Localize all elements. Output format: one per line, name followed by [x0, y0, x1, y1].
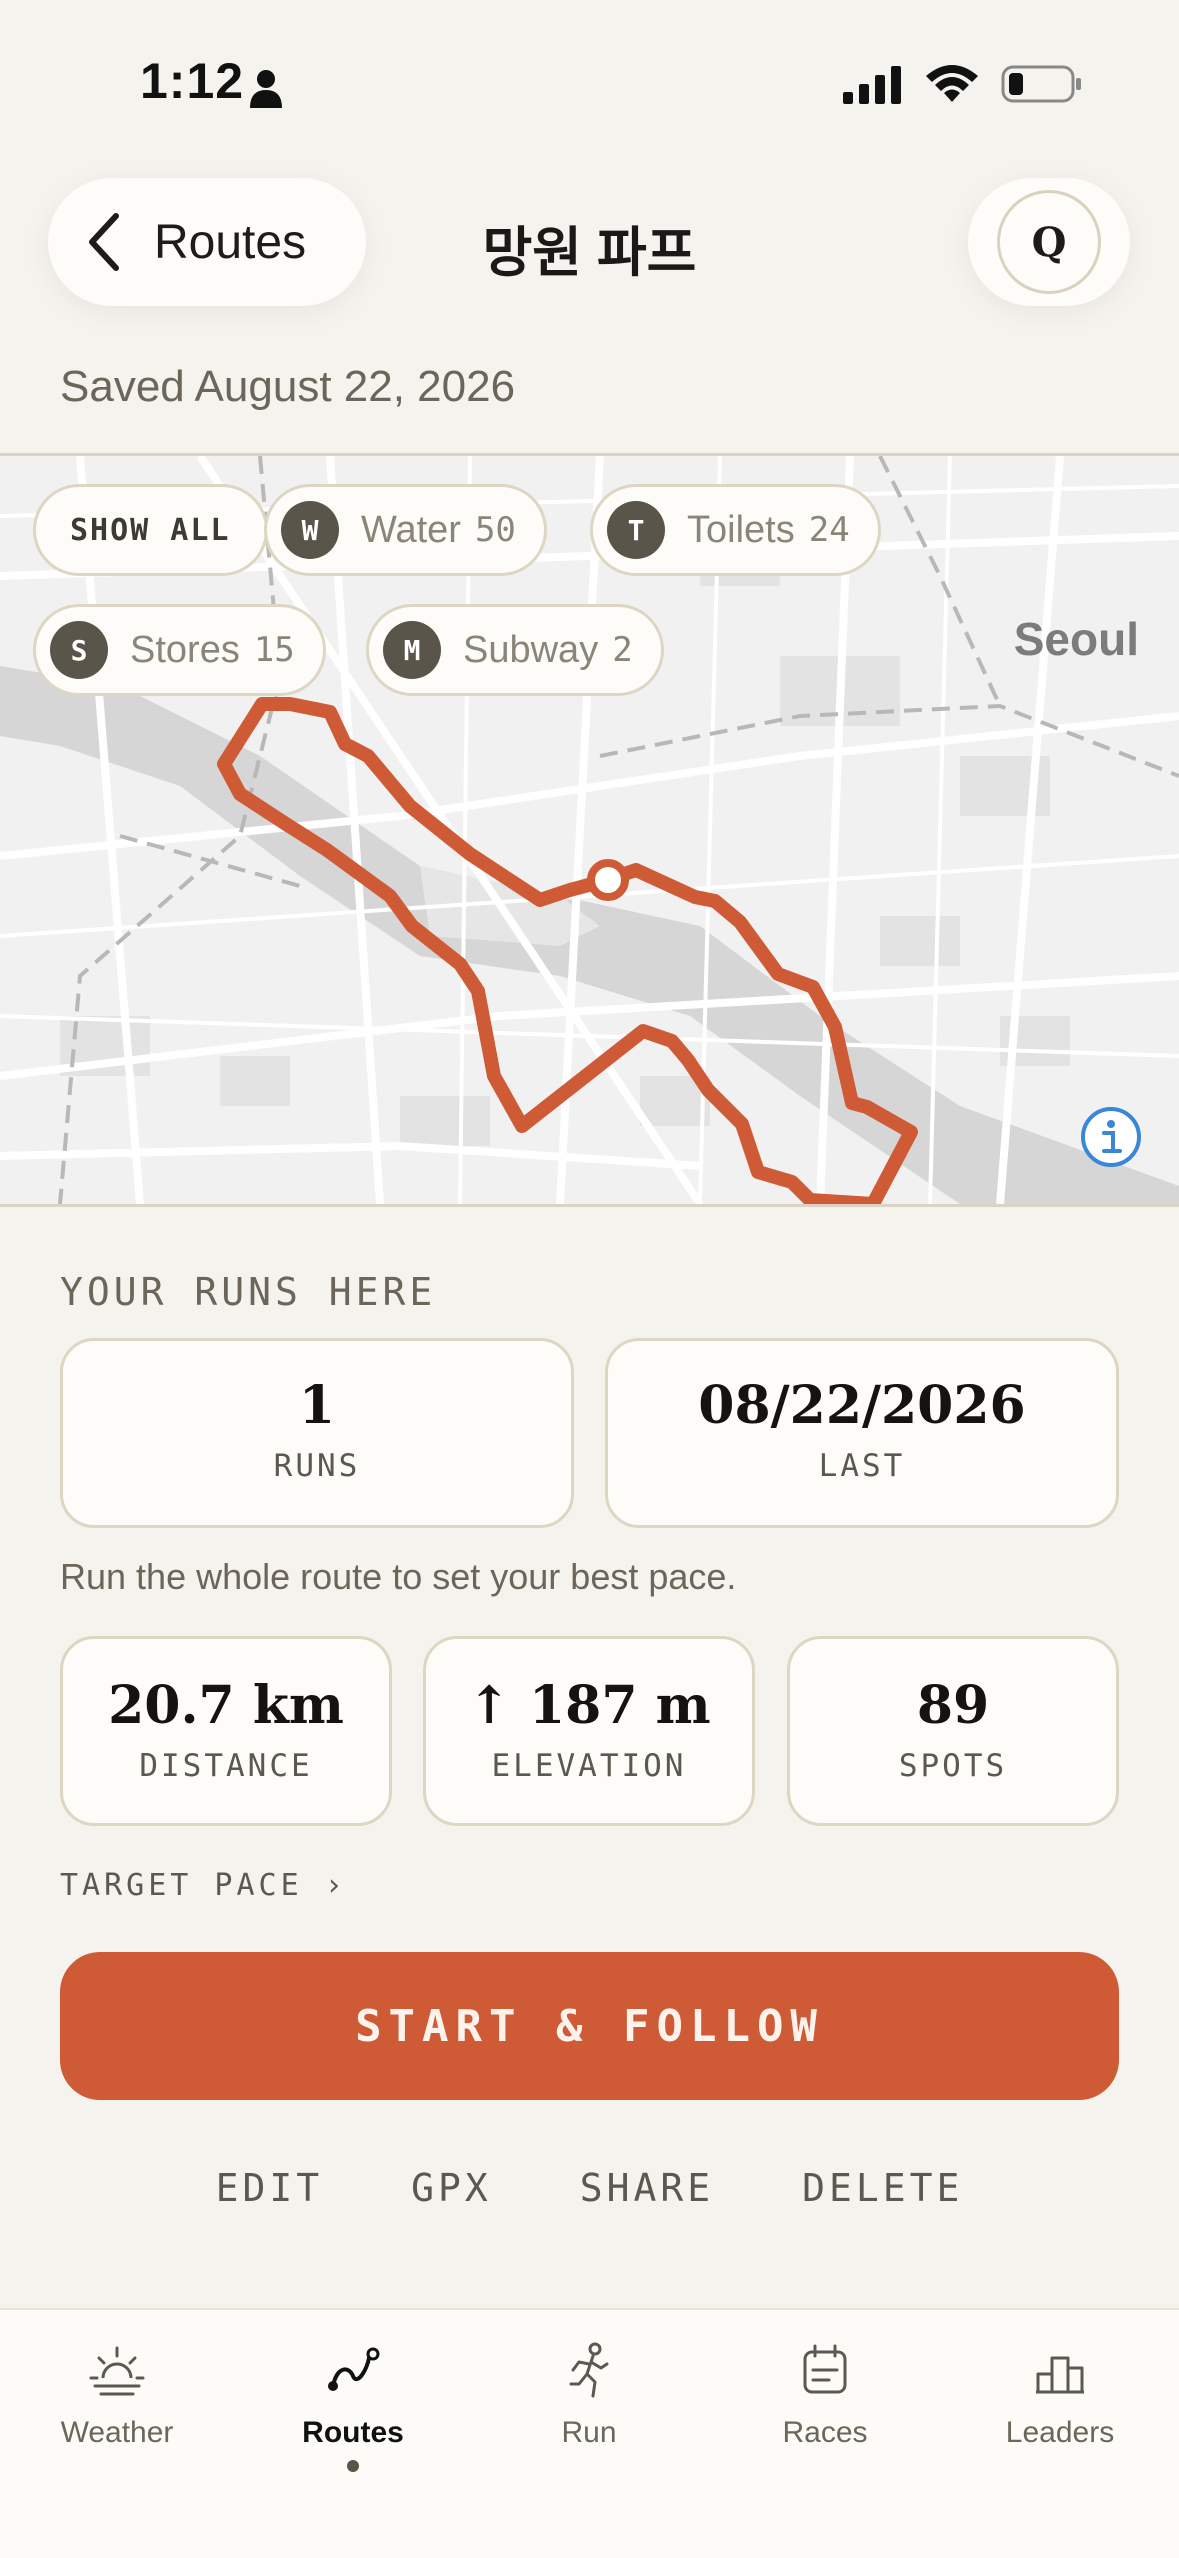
spots-value: 89: [916, 1675, 990, 1736]
chip-count: 2: [612, 630, 633, 670]
chip-stores[interactable]: S Stores 15: [33, 604, 326, 696]
elevation-value: ↑ 187 m: [467, 1675, 711, 1736]
distance-label: DISTANCE: [139, 1748, 313, 1784]
chip-subway[interactable]: M Subway 2: [366, 604, 664, 696]
runs-label: RUNS: [273, 1448, 361, 1484]
runs-count-card: 1 RUNS: [60, 1338, 574, 1528]
distance-card: 20.7 km DISTANCE: [60, 1636, 392, 1826]
runner-icon: [569, 2342, 609, 2398]
chip-name: Stores: [130, 628, 240, 671]
calendar-icon: [803, 2344, 847, 2394]
tab-run[interactable]: Run: [489, 2340, 689, 2450]
chip-count: 50: [474, 510, 516, 550]
profile-button[interactable]: Q: [968, 178, 1130, 306]
tab-label: Races: [782, 2416, 868, 2449]
chip-count: 24: [808, 510, 850, 550]
toilets-badge: T: [607, 501, 665, 559]
person-icon: [250, 70, 282, 108]
weather-icon: [89, 2346, 145, 2396]
signal-icon: [843, 66, 901, 104]
info-icon[interactable]: [1080, 1106, 1142, 1168]
start-follow-button[interactable]: START & FOLLOW: [60, 1952, 1119, 2100]
spots-card: 89 SPOTS: [787, 1636, 1119, 1826]
tab-races[interactable]: Races: [725, 2340, 925, 2450]
delete-button[interactable]: DELETE: [802, 2166, 963, 2210]
target-pace-link[interactable]: TARGET PACE ›: [60, 1868, 347, 1903]
map-city-label: Seoul: [1013, 613, 1139, 665]
distance-value: 20.7 km: [108, 1675, 344, 1736]
saved-date: Saved August 22, 2026: [60, 362, 516, 411]
wifi-icon: [926, 65, 978, 102]
spots-label: SPOTS: [898, 1748, 1008, 1784]
subway-badge: M: [383, 621, 441, 679]
tab-weather[interactable]: Weather: [17, 2340, 217, 2450]
status-indicators: [843, 62, 1083, 106]
tab-label: Leaders: [1005, 2416, 1115, 2449]
chip-name: Toilets: [687, 508, 795, 551]
elevation-label: ELEVATION: [491, 1748, 687, 1784]
tab-label: Weather: [60, 2416, 174, 2449]
chip-water[interactable]: W Water 50: [264, 484, 547, 576]
tab-routes[interactable]: Routes: [253, 2340, 453, 2472]
show-all-label: SHOW ALL: [70, 512, 231, 548]
tab-label: Routes: [302, 2416, 404, 2449]
battery-icon: [1001, 65, 1081, 103]
status-time: 1:12: [140, 53, 245, 109]
chip-count: 15: [253, 630, 295, 670]
stores-badge: S: [50, 621, 108, 679]
chevron-left-icon: [89, 213, 119, 271]
elevation-card: ↑ 187 m ELEVATION: [423, 1636, 755, 1826]
tab-label: Run: [561, 2416, 617, 2449]
avatar: Q: [997, 190, 1101, 294]
edit-button[interactable]: EDIT: [216, 2166, 324, 2210]
chip-toilets[interactable]: T Toilets 24: [590, 484, 881, 576]
back-label: Routes: [154, 215, 307, 269]
tab-leaders[interactable]: Leaders: [960, 2340, 1160, 2450]
share-button[interactable]: SHARE: [580, 2166, 714, 2210]
chip-name: Water: [361, 508, 461, 551]
chip-name: Subway: [463, 628, 599, 671]
gpx-button[interactable]: GPX: [411, 2166, 492, 2210]
last-run-card: 08/22/2026 LAST: [605, 1338, 1119, 1528]
show-all-chip[interactable]: SHOW ALL: [33, 484, 268, 576]
route-map[interactable]: SHOW ALL W Water 50 T Toilets 24 S Store…: [0, 453, 1179, 1207]
route-actions: EDIT GPX SHARE DELETE: [0, 2166, 1179, 2210]
runs-count: 1: [298, 1375, 336, 1436]
last-run-label: LAST: [818, 1448, 906, 1484]
best-pace-hint: Run the whole route to set your best pac…: [60, 1556, 737, 1597]
podium-icon: [1036, 2356, 1084, 2394]
section-title: YOUR RUNS HERE: [60, 1270, 437, 1314]
back-button[interactable]: Routes: [48, 178, 366, 306]
tab-bar: Weather Routes Run Races Leaders: [0, 2308, 1179, 2558]
last-run-date: 08/22/2026: [698, 1375, 1026, 1436]
route-icon: [328, 2347, 380, 2391]
water-badge: W: [281, 501, 339, 559]
active-indicator: [347, 2460, 359, 2472]
